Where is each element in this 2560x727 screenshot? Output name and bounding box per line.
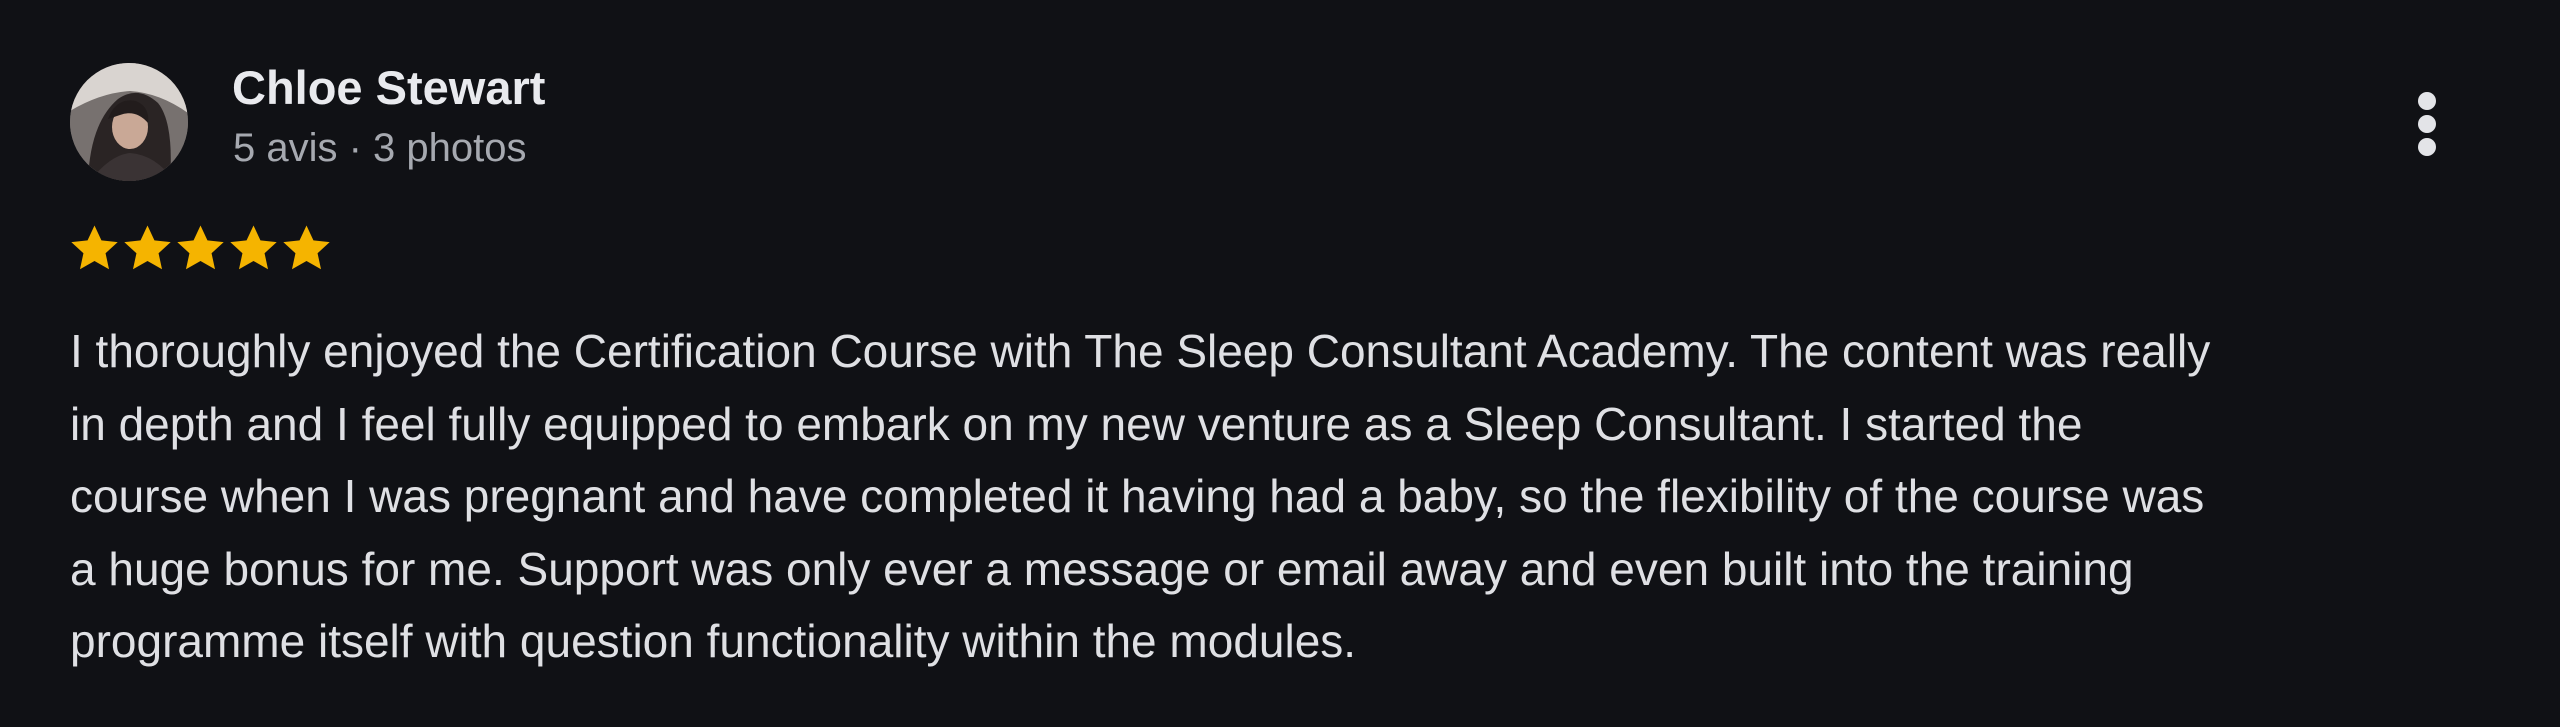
star-icon <box>283 225 330 270</box>
more-vert-dot <box>2418 138 2436 156</box>
more-vert-dot <box>2418 115 2436 133</box>
review-card: Chloe Stewart 5 avis · 3 photos I thorou… <box>0 0 2560 727</box>
review-text: I thoroughly enjoyed the Certification C… <box>70 325 2211 667</box>
star-icon <box>177 225 224 270</box>
reviewer-meta: 5 avis · 3 photos <box>233 126 527 170</box>
avatar[interactable] <box>70 63 188 181</box>
more-vert-icon <box>2418 92 2436 110</box>
avatar-photo-icon <box>70 63 188 181</box>
reviewer-name[interactable]: Chloe Stewart <box>232 58 545 118</box>
star-icon <box>124 225 171 270</box>
star-icon <box>71 225 118 270</box>
star-rating <box>68 222 333 276</box>
star-icon <box>230 225 277 270</box>
more-options-button[interactable] <box>2400 84 2454 164</box>
